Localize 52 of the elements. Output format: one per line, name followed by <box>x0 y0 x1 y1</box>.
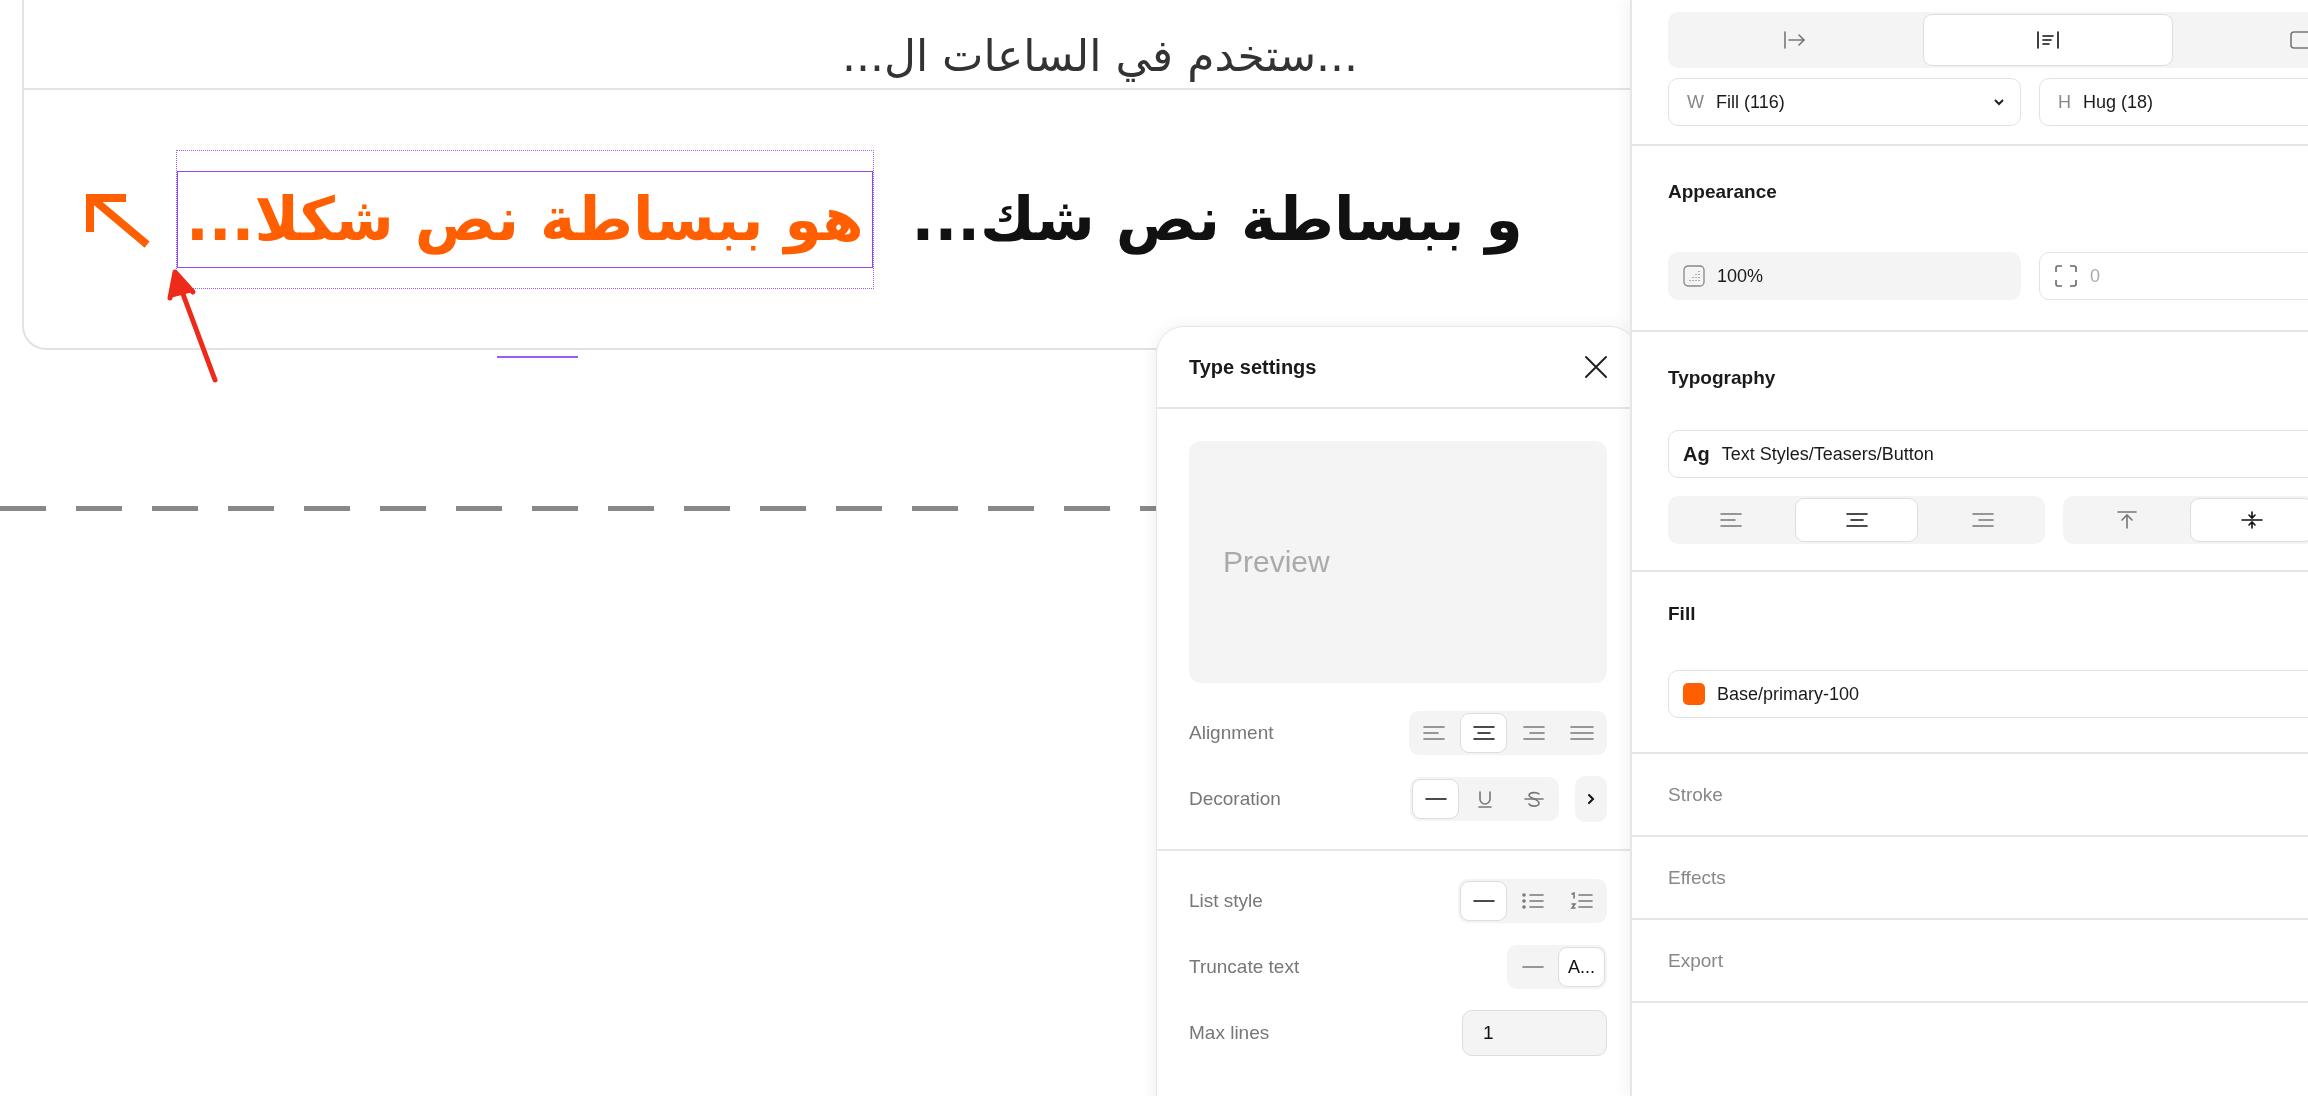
strikethrough-icon <box>1521 790 1546 808</box>
section-title: Appearance <box>1668 180 1778 204</box>
section-title[interactable]: Stroke <box>1668 783 2308 807</box>
bulleted-list-icon <box>1520 892 1545 910</box>
align-left-icon <box>1422 724 1447 742</box>
option-button[interactable] <box>1460 713 1507 753</box>
fill-width-icon <box>2036 31 2060 49</box>
size-field[interactable]: W Fill (116) <box>1668 78 2021 126</box>
opacity-icon <box>1683 265 1705 287</box>
opacity-field[interactable]: 100% <box>1668 252 2021 300</box>
axis-label: W <box>1687 91 1704 113</box>
align-justify-icon <box>1569 724 1594 742</box>
setting-label: Max lines <box>1189 1022 1270 1044</box>
more-button[interactable] <box>1575 776 1607 822</box>
close-icon <box>1583 354 1609 380</box>
chevron-right-icon <box>1586 792 1596 806</box>
section-title[interactable]: Export <box>1668 949 2308 973</box>
fixed-width-icon <box>1783 31 1808 49</box>
popover-title: Type settings <box>1189 355 1317 379</box>
card-text: ...ستخدم في الساعات ال... <box>841 31 1358 80</box>
setting-label: Truncate text <box>1189 956 1300 978</box>
text-style-field[interactable]: Ag Text Styles/Teasers/Button <box>1668 430 2308 478</box>
size-field[interactable]: H Hug (18) <box>2039 78 2308 126</box>
align-middle-icon <box>2239 511 2264 529</box>
align-right-icon <box>1520 724 1545 742</box>
section-title: Fill <box>1668 602 1697 626</box>
truncate-option[interactable]: A... <box>1558 947 1605 987</box>
preview-text: Preview <box>1223 545 1330 579</box>
setting-label: List style <box>1189 890 1263 912</box>
corner-radius-icon <box>2054 264 2078 288</box>
fill-field[interactable]: Base/primary-100 <box>1668 670 2308 718</box>
align-center-icon <box>1844 511 1869 529</box>
setting-label: Decoration <box>1189 788 1281 810</box>
align-center-icon <box>1471 724 1496 742</box>
text-style-sample: Ag <box>1683 442 1710 466</box>
align-left-icon <box>1719 511 1744 529</box>
numbered-list-icon <box>1569 892 1594 910</box>
dash-icon <box>1472 899 1495 903</box>
option-button[interactable] <box>1460 881 1507 921</box>
axis-label: H <box>2058 91 2071 113</box>
align-top-icon <box>2114 511 2139 529</box>
card-text: و ببساطة نص شك... <box>911 184 1523 254</box>
align-right-icon <box>1969 511 1994 529</box>
setting-label: Alignment <box>1189 722 1274 744</box>
max-lines-input[interactable]: 1 <box>1462 1010 1607 1056</box>
option-button[interactable] <box>1412 779 1459 819</box>
section-title: Typography <box>1668 366 1777 390</box>
section-title[interactable]: Effects <box>1668 866 2308 890</box>
hug-width-icon <box>2288 31 2308 49</box>
dash-icon <box>1424 797 1447 801</box>
radius-placeholder: 0 <box>2090 265 2100 287</box>
dash-icon <box>1521 965 1544 969</box>
